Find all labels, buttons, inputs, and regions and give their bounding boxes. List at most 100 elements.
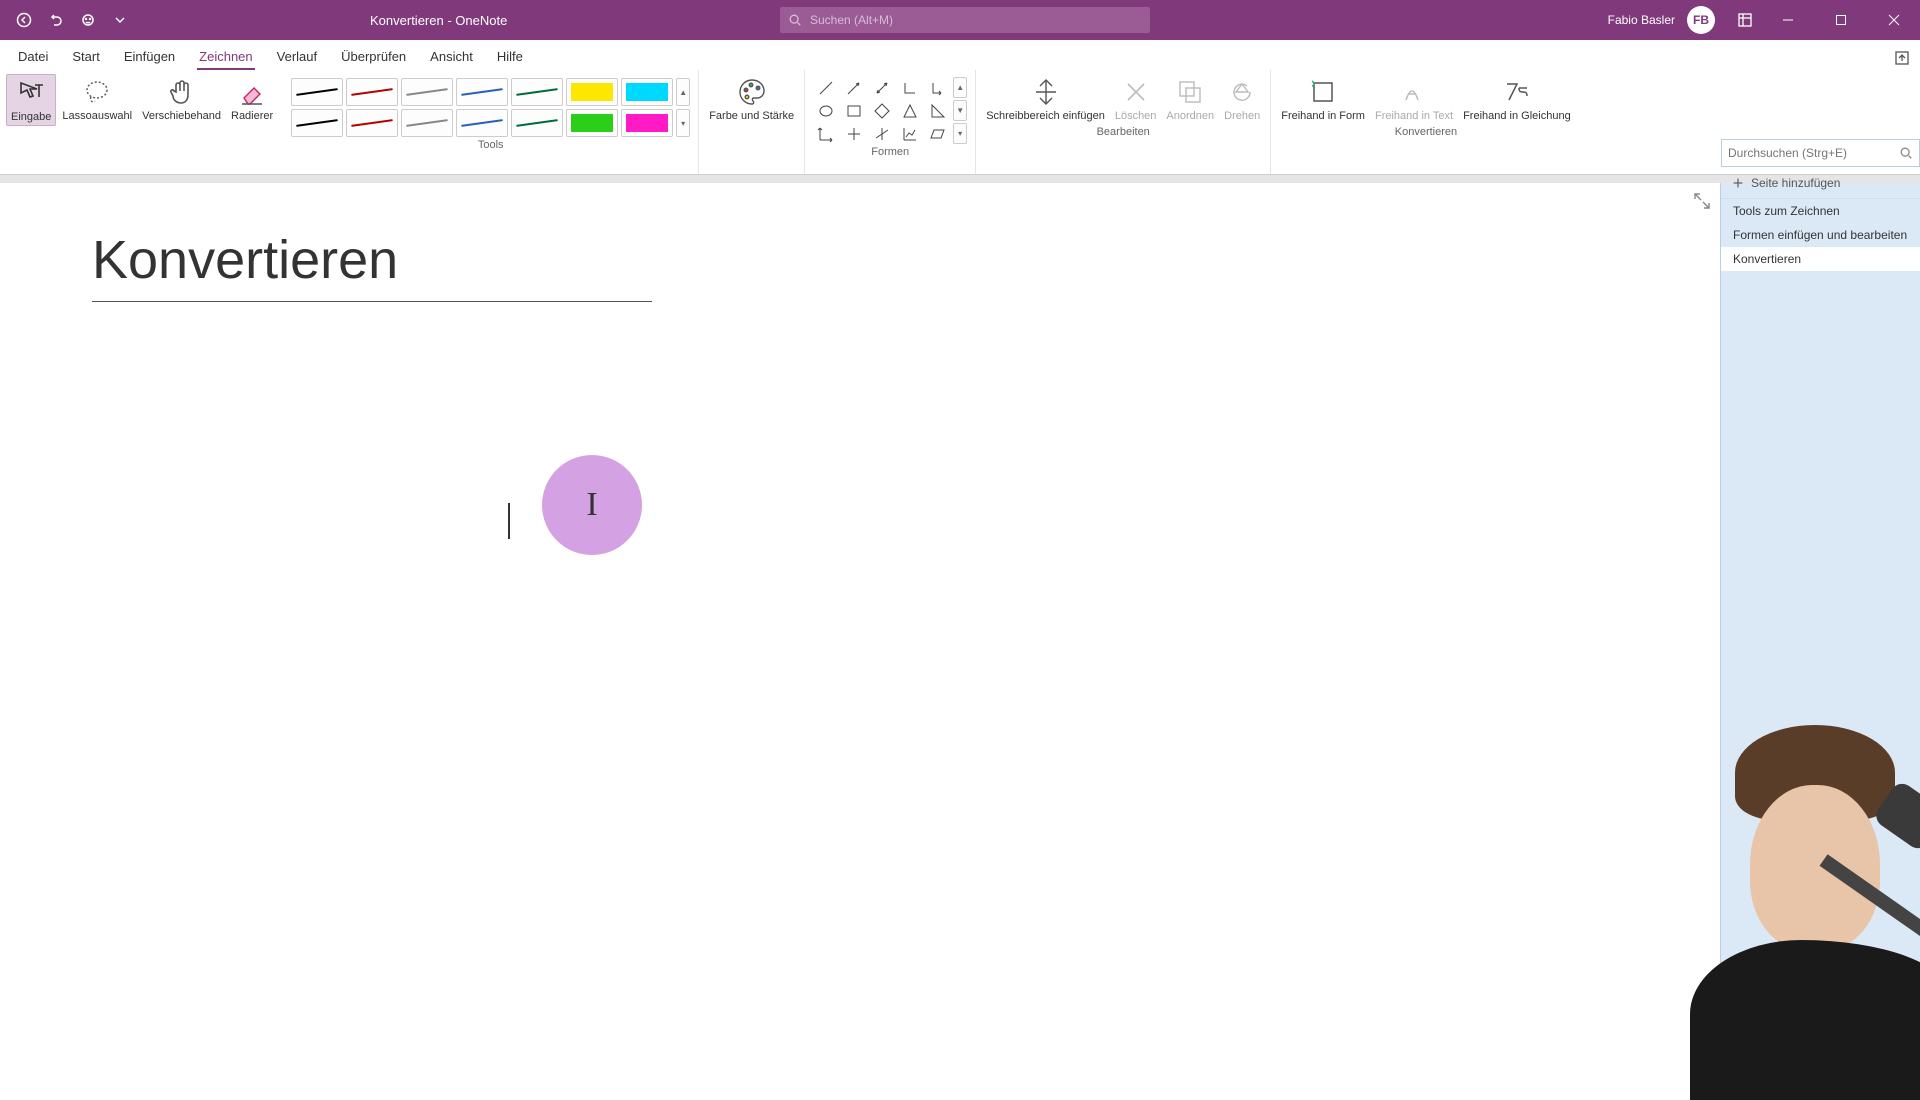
touch-mode-icon[interactable] [76,8,100,32]
pen-swatch[interactable] [346,78,398,106]
tools-group-label: Tools [478,137,504,155]
pen-swatch[interactable] [401,109,453,137]
user-name[interactable]: Fabio Basler [1608,13,1675,27]
delete-label: Löschen [1115,110,1157,122]
tab-zeichnen[interactable]: Zeichnen [187,45,264,70]
shape-axes[interactable] [813,123,839,144]
pen-swatch[interactable] [511,78,563,106]
fullscreen-icon[interactable] [1692,191,1712,211]
tab-datei[interactable]: Datei [6,45,60,70]
shape-ellipse[interactable] [813,100,839,121]
shape-rect[interactable] [841,100,867,121]
text-cursor [508,503,510,539]
tab-einfuegen[interactable]: Einfügen [112,45,187,70]
page-list-item[interactable]: Tools zum Zeichnen [1721,199,1920,223]
ink-math-icon [1501,76,1533,108]
shape-triangle[interactable] [897,100,923,121]
shape-line[interactable] [813,77,839,98]
maximize-button[interactable] [1818,0,1863,40]
highlighter-swatch[interactable] [621,78,673,106]
notes-icon[interactable] [1733,8,1757,32]
pen-swatch[interactable] [456,109,508,137]
ribbon: Eingabe Lassoauswahl Verschiebehand Radi… [0,70,1920,175]
webcam-overlay [1550,720,1920,1100]
delete-button: Löschen [1111,74,1161,124]
shape-graph[interactable] [897,123,923,144]
pen-swatch[interactable] [346,109,398,137]
search-icon [1899,146,1913,160]
highlighter-swatch[interactable] [566,109,618,137]
color-thickness-label: Farbe und Stärke [709,110,794,122]
page-title[interactable]: Konvertieren [92,229,652,302]
tab-hilfe[interactable]: Hilfe [485,45,535,70]
page-list-item[interactable]: Konvertieren [1721,247,1920,271]
tool-lasso-button[interactable]: Lassoauswahl [58,74,136,124]
click-highlight: I [542,455,642,555]
quick-access-toolbar [0,8,132,32]
tab-ansicht[interactable]: Ansicht [418,45,485,70]
share-icon[interactable] [1884,46,1920,70]
shapes-more[interactable]: ▾ [953,123,967,144]
tab-ueberpruefen[interactable]: Überprüfen [329,45,418,70]
page-search[interactable] [1721,139,1920,167]
shape-elbow[interactable] [897,77,923,98]
ink-to-math-button[interactable]: Freihand in Gleichung [1459,74,1575,124]
page-list-item[interactable]: Formen einfügen und bearbeiten [1721,223,1920,247]
color-thickness-button[interactable]: Farbe und Stärke [705,74,798,124]
global-search-input[interactable] [810,13,1142,27]
minimize-button[interactable] [1765,0,1810,40]
pen-scroll-up[interactable]: ▲ [676,78,690,106]
insert-space-label: Schreibbereich einfügen [986,110,1105,122]
shape-axes-2[interactable] [841,123,867,144]
avatar[interactable]: FB [1687,6,1715,34]
shapes-group-label: Formen [871,144,909,162]
tool-type-label: Eingabe [11,111,51,123]
qat-more-icon[interactable] [108,8,132,32]
menu-bar: Datei Start Einfügen Zeichnen Verlauf Üb… [0,40,1920,70]
ink-text-icon [1398,76,1430,108]
shapes-scroll-up[interactable]: ▲ [953,77,967,98]
tool-type-button[interactable]: Eingabe [6,74,56,126]
lasso-icon [81,76,113,108]
tool-eraser-button[interactable]: Radierer [227,74,277,124]
shape-axes-3d[interactable] [869,123,895,144]
pen-swatch[interactable] [291,78,343,106]
highlighter-swatch[interactable] [566,78,618,106]
shape-diamond[interactable] [869,100,895,121]
global-search[interactable] [780,7,1150,33]
hand-icon [166,76,198,108]
shapes-scroll-down[interactable]: ▼ [953,100,967,121]
eraser-icon [236,76,268,108]
shape-right-triangle[interactable] [925,100,951,121]
ink-shape-label: Freihand in Form [1281,110,1365,122]
shape-double-arrow[interactable] [869,77,895,98]
page-canvas[interactable]: Konvertieren I [0,183,1720,1080]
tool-pan-button[interactable]: Verschiebehand [138,74,225,124]
arrange-button: Anordnen [1162,74,1218,124]
insert-space-button[interactable]: Schreibbereich einfügen [982,74,1109,124]
plus-icon [1731,176,1745,190]
shape-elbow-arrow[interactable] [925,77,951,98]
add-page-button[interactable]: Seite hinzufügen [1721,167,1920,199]
ink-to-shape-button[interactable]: Freihand in Form [1277,74,1369,124]
pen-gallery-more[interactable]: ▾ [676,109,690,137]
shape-arrow[interactable] [841,77,867,98]
window-title: Konvertieren - OneNote [370,13,507,28]
back-icon[interactable] [12,8,36,32]
tool-lasso-label: Lassoauswahl [62,110,132,122]
rotate-icon [1226,76,1258,108]
pen-swatch[interactable] [291,109,343,137]
pen-gallery: ▲▾ [289,74,692,137]
pen-swatch[interactable] [511,109,563,137]
edit-group-label: Bearbeiten [1097,124,1150,142]
pen-swatch[interactable] [401,78,453,106]
pen-swatch[interactable] [456,78,508,106]
highlighter-swatch[interactable] [621,109,673,137]
close-button[interactable] [1871,0,1916,40]
shape-parallelogram[interactable] [925,123,951,144]
tab-start[interactable]: Start [60,45,111,70]
delete-icon [1120,76,1152,108]
undo-icon[interactable] [44,8,68,32]
page-search-input[interactable] [1728,146,1899,160]
tab-verlauf[interactable]: Verlauf [265,45,329,70]
